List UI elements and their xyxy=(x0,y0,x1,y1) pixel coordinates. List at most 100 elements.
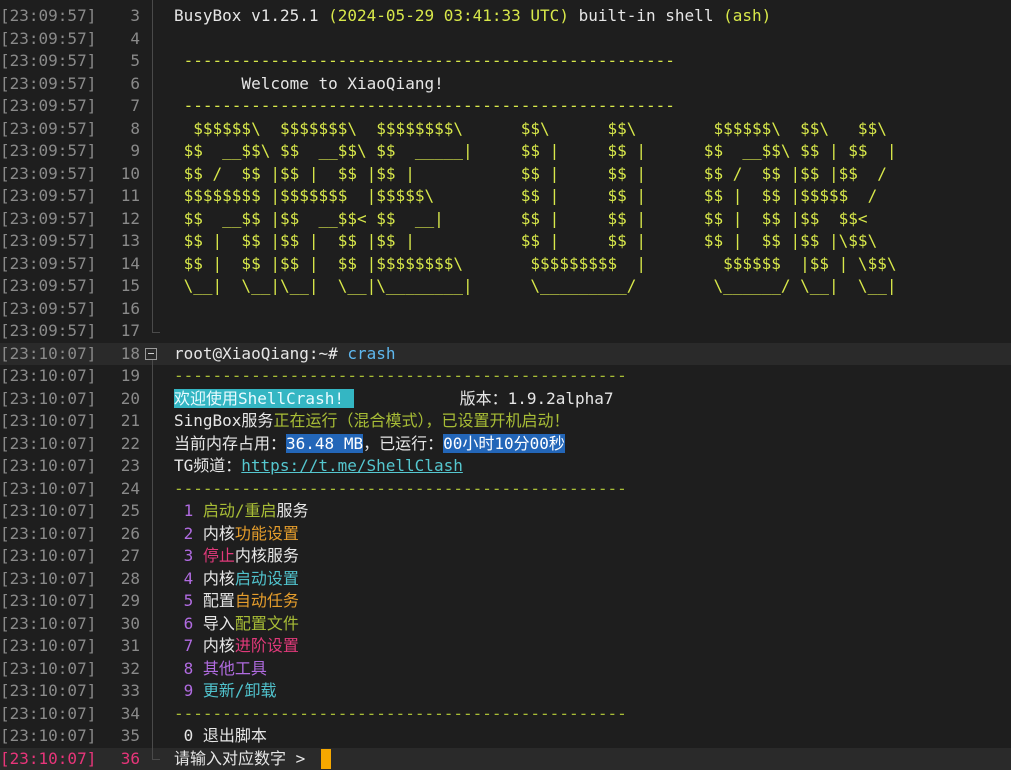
line-number: 36 xyxy=(120,748,140,768)
line-number: 34 xyxy=(120,703,140,723)
line-number: 29 xyxy=(120,591,140,610)
text-segment: 进阶设置 xyxy=(234,636,299,655)
fold-end-corner xyxy=(152,326,160,333)
text-segment: 当前内存占用： xyxy=(174,433,287,453)
line-number: 28 xyxy=(120,568,140,588)
text-segment: \__| \__|\__| \__|\________| \_________/… xyxy=(174,276,897,295)
line-number: 14 xyxy=(120,253,140,273)
text-segment: $$ / $$ |$$ | $$ |$$ | $$ | $$ | $$ / $$… xyxy=(174,163,887,183)
timestamp: [23:09:57] xyxy=(0,73,97,93)
text-segment: 功能设置 xyxy=(234,523,299,543)
line-number: 20 xyxy=(120,388,140,408)
line-content: BusyBox v1.25.1 (2024-05-29 03:41:33 UTC… xyxy=(174,5,771,28)
timestamp: [23:09:57] xyxy=(0,163,97,183)
text-segment: $$ __$$ |$$ __$$< $$ __| $$ | $$ | $$ | … xyxy=(174,208,868,228)
text-segment: 内核服务 xyxy=(234,546,299,565)
timestamp: [23:10:07] xyxy=(0,523,97,543)
fold-end-corner xyxy=(152,752,160,760)
collapse-fold-icon[interactable] xyxy=(145,347,157,360)
line-number: 25 xyxy=(120,501,140,520)
line-number: 5 xyxy=(130,51,140,70)
line-content: 9 更新/卸载 xyxy=(174,680,277,703)
line-content: 请输入对应数字 > xyxy=(174,748,331,770)
line-content: 6 导入配置文件 xyxy=(174,613,299,636)
line-number: 9 xyxy=(130,141,140,160)
timestamp: [23:09:57] xyxy=(0,6,97,25)
text-segment: 内核 xyxy=(202,636,235,655)
timestamp: [23:09:57] xyxy=(0,118,97,138)
text-segment: 启动/重启 xyxy=(202,501,277,520)
timestamp: [23:10:07] xyxy=(0,366,97,385)
text-segment: 9 xyxy=(174,681,203,700)
line-content: $$ | $$ |$$ | $$ |$$$$$$$$\ $$$$$$$$$ | … xyxy=(174,253,897,276)
timestamp: [23:09:57] xyxy=(0,276,97,295)
text-segment: 内核 xyxy=(202,568,235,588)
line-number: 32 xyxy=(120,658,140,678)
line-content: 欢迎使用ShellCrash! 版本：1.9.2alpha7 xyxy=(174,388,614,411)
line-number: 23 xyxy=(120,456,140,475)
line-number: 21 xyxy=(120,411,140,430)
timestamp: [23:10:07] xyxy=(0,456,97,475)
line-content: 7 内核进阶设置 xyxy=(174,635,299,658)
line-number: 19 xyxy=(120,366,140,385)
text-segment: BusyBox v1.25.1 xyxy=(174,6,329,25)
text-segment: 停止 xyxy=(202,546,235,565)
line-number: 15 xyxy=(120,276,140,295)
line-number: 16 xyxy=(120,298,140,318)
text-segment: 导入 xyxy=(202,613,235,633)
timestamp: [23:10:07] xyxy=(0,636,97,655)
text-segment: ----------------------------------------… xyxy=(174,478,627,498)
timestamp: [23:09:57] xyxy=(0,186,97,205)
text-segment: 配置文件 xyxy=(234,613,299,633)
line-number: 3 xyxy=(130,6,140,25)
line-content: \__| \__|\__| \__|\________| \_________/… xyxy=(174,275,897,298)
timestamp: [23:10:07] xyxy=(0,343,97,363)
line-number: 27 xyxy=(120,546,140,565)
timestamp: [23:10:07] xyxy=(0,546,97,565)
line-content: $$ __$$\ $$ __$$\ $$ _____| $$ | $$ | $$… xyxy=(174,140,897,163)
text-segment: (ash) xyxy=(723,6,772,25)
text-segment: 请输入对应数字 xyxy=(174,748,296,768)
line-number: 18 xyxy=(120,343,140,363)
text-cursor[interactable] xyxy=(320,749,331,769)
line-content: $$ __$$ |$$ __$$< $$ __| $$ | $$ | $$ | … xyxy=(174,208,868,231)
line-number: 10 xyxy=(120,163,140,183)
line-content: 3 停止内核服务 xyxy=(174,545,299,568)
line-number: 22 xyxy=(120,433,140,453)
line-content: 8 其他工具 xyxy=(174,658,267,681)
text-segment: $$ | $$ |$$ | $$ |$$$$$$$$\ $$$$$$$$$ | … xyxy=(174,253,897,273)
line-content: ----------------------------------------… xyxy=(174,50,675,73)
tg-channel-link[interactable]: https://t.me/ShellClash xyxy=(241,456,463,475)
timestamp: [23:10:07] xyxy=(0,703,97,723)
timestamp: [23:10:07] xyxy=(0,681,97,700)
timestamp: [23:10:07] xyxy=(0,388,97,408)
fold-guide-line xyxy=(152,0,153,330)
line-number: 17 xyxy=(120,321,140,340)
line-number: 12 xyxy=(120,208,140,228)
line-number: 35 xyxy=(120,726,140,745)
text-segment: 内核 xyxy=(202,523,235,543)
text-segment: $$$$$$$$ |$$$$$$$ |$$$$$\ $$ | $$ | $$ |… xyxy=(174,186,878,205)
line-number: 26 xyxy=(120,523,140,543)
text-segment: (2024-05-29 03:41:33 UTC) xyxy=(328,6,569,25)
text-segment: ----------------------------------------… xyxy=(174,51,675,70)
text-segment: 3 xyxy=(174,546,203,565)
line-content: ----------------------------------------… xyxy=(174,703,627,726)
line-content: $$$$$$$$ |$$$$$$$ |$$$$$\ $$ | $$ | $$ |… xyxy=(174,185,878,208)
text-segment: 5 xyxy=(174,591,203,610)
text-segment: ----------------------------------------… xyxy=(174,96,675,115)
text-segment: $$ __$$\ $$ __$$\ $$ _____| $$ | $$ | $$… xyxy=(174,141,897,160)
timestamp: [23:10:07] xyxy=(0,501,97,520)
text-segment: 启动设置 xyxy=(234,568,299,588)
line-number: 13 xyxy=(120,231,140,250)
text-segment: 6 xyxy=(174,613,203,633)
text-segment: 36.48 MB xyxy=(286,433,364,453)
line-content: Welcome to XiaoQiang! xyxy=(174,73,443,96)
timestamp: [23:09:57] xyxy=(0,298,97,318)
timestamp: [23:10:07] xyxy=(0,433,97,453)
line-content: 1 启动/重启服务 xyxy=(174,500,309,523)
line-content: ----------------------------------------… xyxy=(174,478,627,501)
line-number: 33 xyxy=(120,681,140,700)
timestamp: [23:09:57] xyxy=(0,321,97,340)
line-content: $$ | $$ |$$ | $$ |$$ | $$ | $$ | $$ | $$… xyxy=(174,230,878,253)
